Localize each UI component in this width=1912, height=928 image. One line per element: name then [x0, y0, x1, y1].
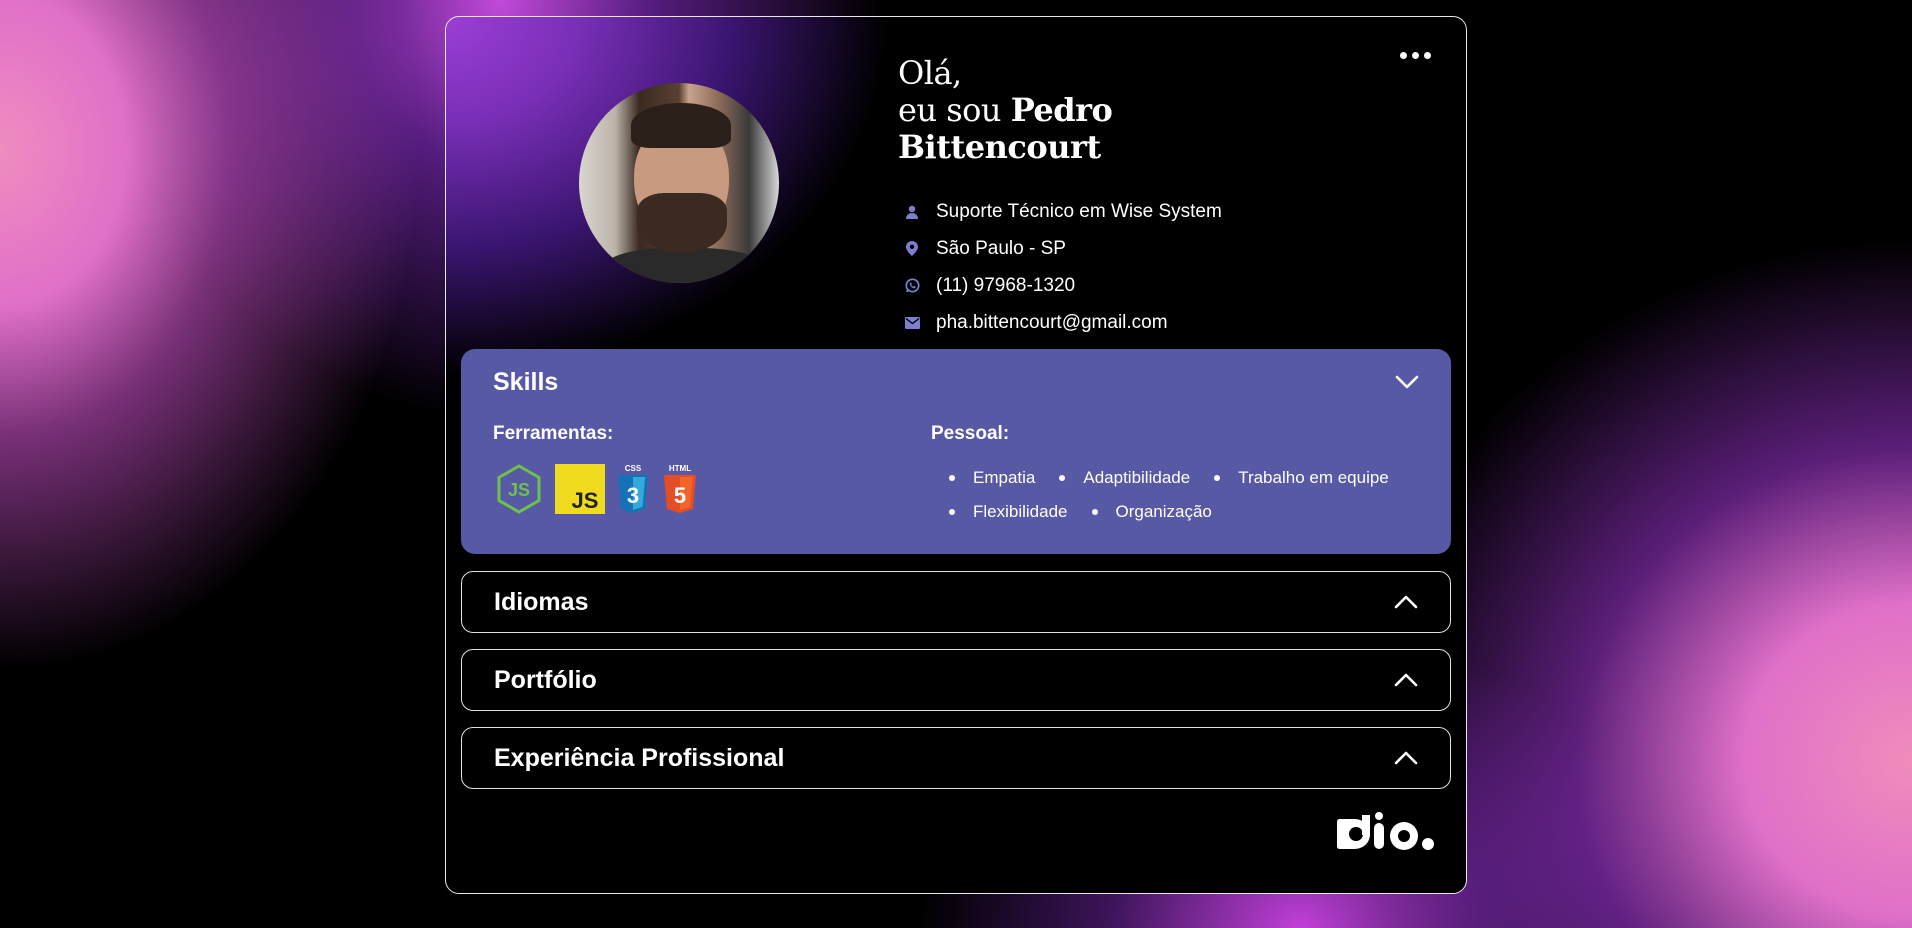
- email-item: pha.bittencourt@gmail.com: [904, 304, 1222, 341]
- phone-item: (11) 97968-1320: [904, 267, 1222, 304]
- list-item: Organização: [1092, 495, 1212, 529]
- last-name: Bittencourt: [898, 128, 1101, 166]
- page-title: Olá, eu sou Pedro Bittencourt: [898, 54, 1113, 166]
- languages-accordion[interactable]: Idiomas: [461, 571, 1451, 633]
- svg-text:3: 3: [627, 483, 639, 508]
- profile-card: Olá, eu sou Pedro Bittencourt Suporte Té…: [445, 16, 1467, 894]
- nodejs-icon: JS: [493, 463, 545, 520]
- svg-text:HTML: HTML: [669, 464, 691, 473]
- personal-skills-list: Empatia Adaptibilidade Trabalho em equip…: [931, 461, 1419, 529]
- tools-column: Ferramentas: JS JS CSS 3 HTML 5: [493, 415, 931, 529]
- more-options-button[interactable]: [1400, 47, 1436, 63]
- chevron-up-icon[interactable]: [1394, 673, 1418, 687]
- skills-header[interactable]: Skills: [493, 349, 1419, 415]
- location-item: São Paulo - SP: [904, 230, 1222, 267]
- javascript-icon: JS: [555, 464, 605, 519]
- dot-icon: [1412, 51, 1419, 59]
- chevron-down-icon[interactable]: [1395, 375, 1419, 389]
- css3-icon: CSS 3: [615, 463, 651, 520]
- intro-prefix: eu sou: [898, 91, 1002, 129]
- tools-list: JS JS CSS 3 HTML 5: [493, 463, 931, 520]
- tools-label: Ferramentas:: [493, 423, 614, 444]
- list-item: Flexibilidade: [949, 495, 1068, 529]
- svg-text:5: 5: [674, 483, 686, 508]
- map-pin-icon: [904, 241, 920, 257]
- skills-section: Skills Ferramentas: JS JS CSS 3 HTML 5 P…: [461, 349, 1451, 554]
- list-item: Adaptibilidade: [1059, 461, 1190, 495]
- intro: Olá, eu sou Pedro Bittencourt: [898, 54, 1113, 166]
- list-item: Trabalho em equipe: [1214, 461, 1389, 495]
- user-icon: [904, 204, 920, 220]
- portfolio-accordion[interactable]: Portfólio: [461, 649, 1451, 711]
- svg-text:JS: JS: [508, 480, 530, 500]
- whatsapp-icon: [904, 278, 920, 294]
- list-item: Empatia: [949, 461, 1035, 495]
- avatar: [579, 83, 779, 283]
- job-item: Suporte Técnico em Wise System: [904, 193, 1222, 230]
- dot-icon: [1424, 51, 1431, 59]
- chevron-up-icon[interactable]: [1394, 595, 1418, 609]
- greeting: Olá,: [898, 54, 962, 92]
- personal-column: Pessoal: Empatia Adaptibilidade Trabalho…: [931, 415, 1419, 529]
- contact-info: Suporte Técnico em Wise System São Paulo…: [904, 193, 1222, 341]
- portfolio-title: Portfólio: [494, 665, 597, 694]
- phone-text: (11) 97968-1320: [936, 274, 1076, 296]
- first-name: Pedro: [1010, 91, 1113, 129]
- job-text: Suporte Técnico em Wise System: [936, 200, 1222, 222]
- html5-icon: HTML 5: [661, 463, 699, 520]
- experience-title: Experiência Profissional: [494, 743, 785, 772]
- location-text: São Paulo - SP: [936, 237, 1066, 259]
- experience-accordion[interactable]: Experiência Profissional: [461, 727, 1451, 789]
- languages-title: Idiomas: [494, 587, 589, 616]
- dot-icon: [1400, 51, 1407, 59]
- dio-logo: [1334, 811, 1436, 860]
- chevron-up-icon[interactable]: [1394, 751, 1418, 765]
- skills-title: Skills: [493, 367, 559, 396]
- svg-text:JS: JS: [572, 488, 599, 513]
- svg-text:CSS: CSS: [625, 464, 642, 473]
- mail-icon: [904, 315, 920, 331]
- personal-label: Pessoal:: [931, 423, 1010, 444]
- email-text: pha.bittencourt@gmail.com: [936, 311, 1168, 333]
